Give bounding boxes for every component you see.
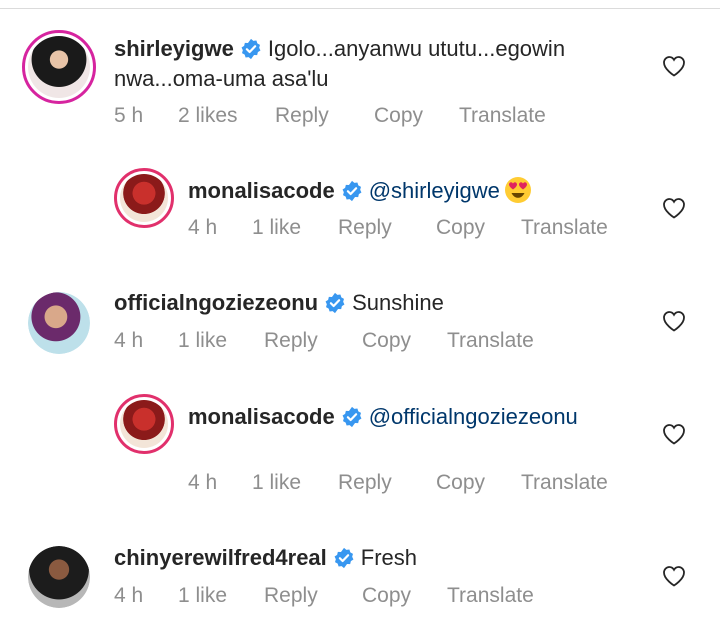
comment-username[interactable]: officialngoziezeonu bbox=[114, 290, 318, 315]
avatar[interactable] bbox=[22, 30, 96, 104]
verified-badge-icon bbox=[241, 38, 261, 60]
verified-badge-icon bbox=[325, 292, 345, 314]
comment-text: Igolo...anyanwu ututu...egowin bbox=[267, 36, 566, 61]
avatar[interactable] bbox=[28, 546, 90, 608]
translate-button[interactable]: Translate bbox=[447, 584, 534, 608]
copy-button[interactable]: Copy bbox=[374, 104, 459, 128]
comment-text-continued: nwa...oma-uma asa'lu bbox=[114, 66, 329, 91]
comment-username[interactable]: monalisacode bbox=[188, 404, 335, 429]
copy-button[interactable]: Copy bbox=[362, 584, 447, 608]
top-divider bbox=[0, 8, 720, 9]
reply-button[interactable]: Reply bbox=[264, 329, 362, 353]
like-heart-icon[interactable] bbox=[662, 423, 686, 445]
translate-button[interactable]: Translate bbox=[521, 216, 608, 240]
reply-button[interactable]: Reply bbox=[338, 471, 436, 495]
translate-button[interactable]: Translate bbox=[447, 329, 534, 353]
verified-badge-icon bbox=[334, 547, 354, 569]
comment-time: 4 h bbox=[114, 329, 144, 352]
verified-badge-icon bbox=[342, 406, 362, 428]
avatar[interactable] bbox=[114, 394, 174, 454]
copy-button[interactable]: Copy bbox=[436, 471, 521, 495]
comment-text: Fresh bbox=[360, 545, 418, 570]
likes-count[interactable]: 1 like bbox=[178, 584, 264, 608]
reply-button[interactable]: Reply bbox=[275, 104, 374, 128]
comment-time: 5 h bbox=[114, 104, 144, 127]
reply-button[interactable]: Reply bbox=[338, 216, 436, 240]
avatar[interactable] bbox=[114, 168, 174, 228]
comment-time: 4 h bbox=[188, 471, 218, 494]
mention-link[interactable]: @officialngoziezeonu bbox=[369, 404, 578, 429]
like-heart-icon[interactable] bbox=[662, 197, 686, 219]
comment-text: Sunshine bbox=[352, 290, 444, 315]
verified-badge-icon bbox=[342, 180, 362, 202]
copy-button[interactable]: Copy bbox=[362, 329, 447, 353]
copy-button[interactable]: Copy bbox=[436, 216, 521, 240]
mention-link[interactable]: @shirleyigwe bbox=[369, 178, 500, 203]
avatar[interactable] bbox=[28, 292, 90, 354]
reply-button[interactable]: Reply bbox=[264, 584, 362, 608]
translate-button[interactable]: Translate bbox=[459, 104, 546, 128]
heart-eyes-emoji-icon bbox=[504, 177, 531, 203]
comment-username[interactable]: shirleyigwe bbox=[114, 36, 234, 61]
likes-count[interactable]: 1 like bbox=[252, 471, 338, 495]
likes-count[interactable]: 2 likes bbox=[178, 104, 275, 128]
like-heart-icon[interactable] bbox=[662, 565, 686, 587]
comment-username[interactable]: chinyerewilfred4real bbox=[114, 545, 327, 570]
translate-button[interactable]: Translate bbox=[521, 471, 608, 495]
likes-count[interactable]: 1 like bbox=[178, 329, 264, 353]
comment-time: 4 h bbox=[188, 216, 218, 239]
like-heart-icon[interactable] bbox=[662, 55, 686, 77]
comment-time: 4 h bbox=[114, 584, 144, 607]
comment-username[interactable]: monalisacode bbox=[188, 178, 335, 203]
like-heart-icon[interactable] bbox=[662, 310, 686, 332]
likes-count[interactable]: 1 like bbox=[252, 216, 338, 240]
